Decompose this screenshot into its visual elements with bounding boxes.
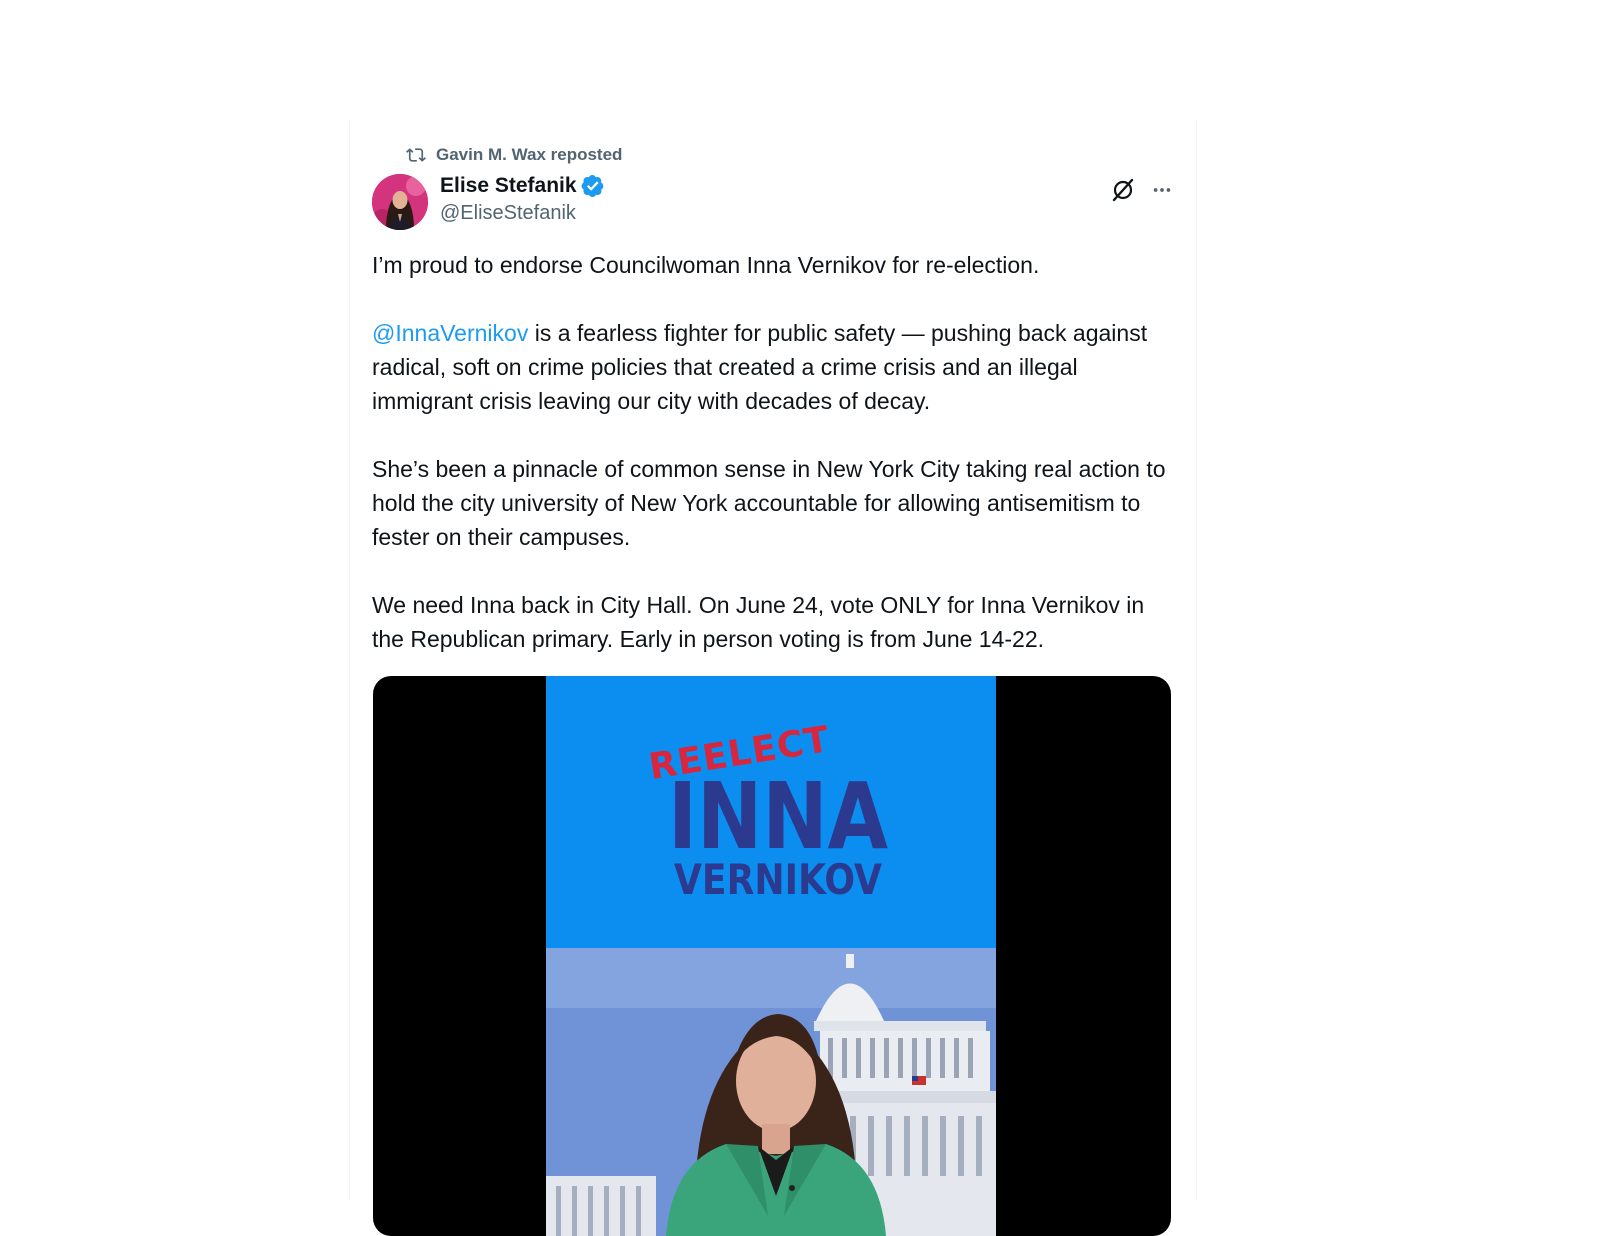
vernikov-text: VERNIKOV [674,855,882,904]
author-name[interactable]: Elise Stefanik [440,174,605,198]
repost-text: Gavin M. Wax reposted [436,145,623,164]
grok-button[interactable] [1107,174,1139,206]
verified-badge-icon [581,174,603,198]
tweet-card[interactable]: Gavin M. Wax reposted Elise Stefanik @El… [349,122,1197,1236]
repost-indicator[interactable]: Gavin M. Wax reposted [406,145,622,165]
mention-link[interactable]: @InnaVernikov [372,320,528,346]
tweet-paragraph-3: She’s been a pinnacle of common sense in… [372,456,1166,550]
tweet-paragraph-1: I’m proud to endorse Councilwoman Inna V… [372,252,1040,278]
tweet-paragraph-4: We need Inna back in City Hall. On June … [372,592,1145,652]
more-button[interactable] [1146,174,1178,206]
video-frame[interactable]: REELECT INNA VERNIKOV [546,676,996,1236]
tweet-paragraph-2: @InnaVernikov is a fearless fighter for … [372,316,1172,418]
avatar[interactable] [372,174,428,230]
author-name-text: Elise Stefanik [440,174,577,197]
author-handle[interactable]: @EliseStefanik [440,202,576,225]
tweet-text: I’m proud to endorse Councilwoman Inna V… [372,248,1172,656]
more-icon [1153,188,1171,192]
inna-text: INNA [668,763,888,870]
grok-icon [1112,178,1134,202]
video-player[interactable]: REELECT INNA VERNIKOV [373,676,1171,1236]
repost-icon [406,148,426,162]
